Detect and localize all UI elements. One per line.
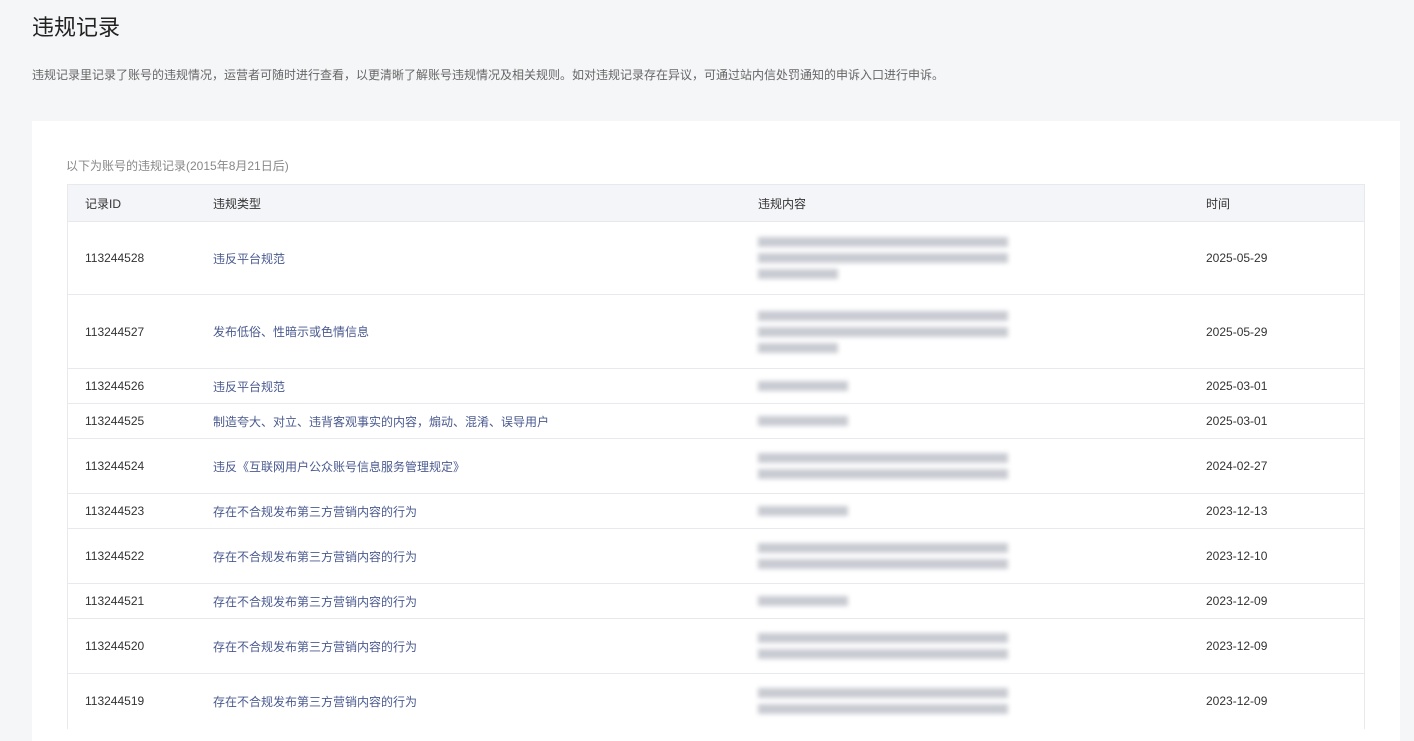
violation-content-blurred (757, 368, 1205, 404)
violation-type: 存在不合规发布第三方营销内容的行为 (212, 583, 757, 619)
table-row: 113244527 发布低俗、性暗示或色情信息 2025-05-29 (67, 294, 1365, 369)
table-row: 113244523 存在不合规发布第三方营销内容的行为 2023-12-13 (67, 493, 1365, 529)
record-id: 113244520 (67, 618, 212, 674)
violation-type: 发布低俗、性暗示或色情信息 (212, 294, 757, 369)
violation-type: 违反平台规范 (212, 221, 757, 295)
record-id: 113244523 (67, 493, 212, 529)
violation-date: 2025-05-29 (1205, 294, 1365, 369)
violation-type: 存在不合规发布第三方营销内容的行为 (212, 673, 757, 729)
records-card: 以下为账号的违规记录(2015年8月21日后) 记录ID 违规类型 违规内容 时… (32, 121, 1400, 741)
table-row: 113244524 违反《互联网用户公众账号信息服务管理规定》 2024-02-… (67, 438, 1365, 494)
record-id: 113244527 (67, 294, 212, 369)
table-row: 113244520 存在不合规发布第三方营销内容的行为 2023-12-09 (67, 618, 1365, 674)
table-row: 113244522 存在不合规发布第三方营销内容的行为 2023-12-10 (67, 528, 1365, 584)
violation-date: 2023-12-09 (1205, 583, 1365, 619)
violation-content-blurred (757, 583, 1205, 619)
record-id: 113244528 (67, 221, 212, 295)
record-id: 113244521 (67, 583, 212, 619)
table-row: 113244521 存在不合规发布第三方营销内容的行为 2023-12-09 (67, 583, 1365, 619)
violation-content-blurred (757, 673, 1205, 729)
header-time: 时间 (1205, 184, 1365, 222)
violation-content-blurred (757, 294, 1205, 369)
table-row: 113244519 存在不合规发布第三方营销内容的行为 2023-12-09 (67, 673, 1365, 729)
header-content: 违规内容 (757, 184, 1205, 222)
header-type: 违规类型 (212, 184, 757, 222)
table-row: 113244526 违反平台规范 2025-03-01 (67, 368, 1365, 404)
record-id: 113244526 (67, 368, 212, 404)
violation-table: 记录ID 违规类型 违规内容 时间 113244528 违反平台规范 2025-… (67, 184, 1365, 729)
violation-content-blurred (757, 618, 1205, 674)
record-id: 113244522 (67, 528, 212, 584)
violation-type: 违反平台规范 (212, 368, 757, 404)
records-subtitle: 以下为账号的违规记录(2015年8月21日后) (66, 159, 289, 173)
record-id: 113244524 (67, 438, 212, 494)
table-row: 113244525 制造夸大、对立、违背客观事实的内容，煽动、混淆、误导用户 2… (67, 403, 1365, 439)
violation-date: 2025-03-01 (1205, 368, 1365, 404)
violation-date: 2025-05-29 (1205, 221, 1365, 295)
header-id: 记录ID (67, 184, 212, 222)
violation-date: 2023-12-09 (1205, 618, 1365, 674)
violation-type: 存在不合规发布第三方营销内容的行为 (212, 528, 757, 584)
violation-type: 违反《互联网用户公众账号信息服务管理规定》 (212, 438, 757, 494)
violation-date: 2025-03-01 (1205, 403, 1365, 439)
page-title: 违规记录 (32, 15, 121, 40)
violation-type: 存在不合规发布第三方营销内容的行为 (212, 493, 757, 529)
violation-type: 制造夸大、对立、违背客观事实的内容，煽动、混淆、误导用户 (212, 403, 757, 439)
violation-content-blurred (757, 403, 1205, 439)
page-description: 违规记录里记录了账号的违规情况，运营者可随时进行查看，以更清晰了解账号违规情况及… (32, 68, 945, 82)
violation-content-blurred (757, 493, 1205, 529)
violation-type: 存在不合规发布第三方营销内容的行为 (212, 618, 757, 674)
table-row: 113244528 违反平台规范 2025-05-29 (67, 221, 1365, 295)
violation-content-blurred (757, 528, 1205, 584)
record-id: 113244525 (67, 403, 212, 439)
violation-date: 2023-12-09 (1205, 673, 1365, 729)
violation-date: 2024-02-27 (1205, 438, 1365, 494)
record-id: 113244519 (67, 673, 212, 729)
violation-date: 2023-12-13 (1205, 493, 1365, 529)
violation-date: 2023-12-10 (1205, 528, 1365, 584)
violation-content-blurred (757, 438, 1205, 494)
violation-content-blurred (757, 221, 1205, 295)
